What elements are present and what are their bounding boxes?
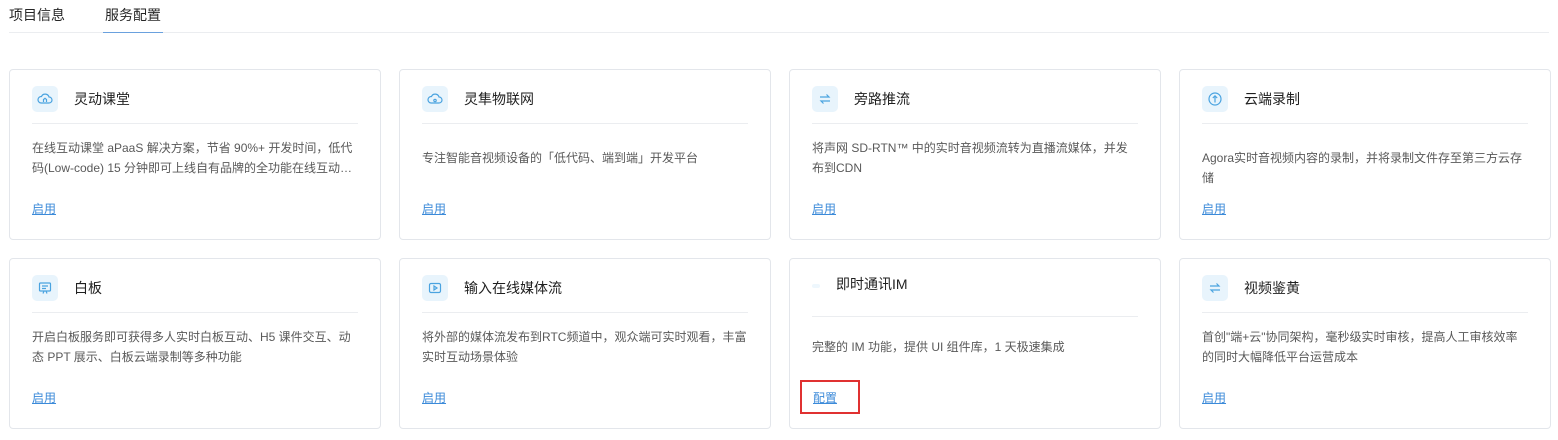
tab-service-config[interactable]: 服务配置 [103,7,163,33]
card-description: 完整的 IM 功能，提供 UI 组件库，1 天极速集成 [812,340,1065,354]
service-card-iot: 灵隼物联网 专注智能音视频设备的「低代码、端到端」开发平台 启用 [399,69,771,240]
card-description: 将声网 SD-RTN™ 中的实时音视频流转为直播流媒体，并发布到CDN [812,141,1128,175]
card-description: 在线互动课堂 aPaaS 解决方案，节省 90%+ 开发时间，低代码(Low-c… [32,141,353,175]
card-header: 灵动课堂 [32,86,358,124]
card-header: 白板 [32,275,358,313]
enable-link[interactable]: 启用 [1202,201,1226,217]
card-description: 将外部的媒体流发布到RTC频道中，观众端可实时观看，丰富实时互动场景体验 [422,330,747,364]
service-card-whiteboard: 白板 开启白板服务即可获得多人实时白板互动、H5 课件交互、动态 PPT 展示、… [9,258,381,429]
card-header: 灵隼物联网 [422,86,748,124]
card-header: 视频鉴黄 [1202,275,1528,313]
service-card-bypass-push: 旁路推流 将声网 SD-RTN™ 中的实时音视频流转为直播流媒体，并发布到CDN… [789,69,1161,240]
card-description: 开启白板服务即可获得多人实时白板互动、H5 课件交互、动态 PPT 展示、白板云… [32,330,351,364]
card-description: Agora实时音视频内容的录制，并将录制文件存至第三方云存储 [1202,151,1523,185]
enable-link[interactable]: 启用 [32,390,56,406]
card-title: 视频鉴黄 [1244,280,1300,296]
enable-link[interactable]: 启用 [812,201,836,217]
service-card-im: 即时通讯IM 完整的 IM 功能，提供 UI 组件库，1 天极速集成 配置 [789,258,1161,429]
card-title: 旁路推流 [854,91,910,107]
cloud-upload-icon [1202,86,1228,112]
tab-bar: 项目信息 服务配置 [9,0,1549,33]
tab-project-info[interactable]: 项目信息 [9,7,65,33]
video-play-icon [422,275,448,301]
chat-icon [812,284,820,288]
card-title: 灵动课堂 [74,91,130,107]
card-title: 灵隼物联网 [464,91,534,107]
service-card-media-input: 输入在线媒体流 将外部的媒体流发布到RTC频道中，观众端可实时观看，丰富实时互动… [399,258,771,429]
cloud-iot-icon [422,86,448,112]
enable-link[interactable]: 启用 [32,201,56,217]
card-header: 输入在线媒体流 [422,275,748,313]
card-title: 即时通讯IM [836,276,908,292]
card-description: 专注智能音视频设备的「低代码、端到端」开发平台 [422,151,699,165]
card-header: 云端录制 [1202,86,1528,124]
cloud-house-icon [32,86,58,112]
whiteboard-icon [32,275,58,301]
enable-link[interactable]: 启用 [422,390,446,406]
card-title: 白板 [74,280,102,296]
card-description: 首创"端+云"协同架构，毫秒级实时审核，提高人工审核效率的同时大幅降低平台运营成… [1202,330,1518,364]
card-header: 旁路推流 [812,86,1138,124]
configure-link[interactable]: 配置 [800,380,860,414]
arrows-exchange-icon [1202,275,1228,301]
enable-link[interactable]: 启用 [1202,390,1226,406]
service-card-cloud-recording: 云端录制 Agora实时音视频内容的录制，并将录制文件存至第三方云存储 启用 [1179,69,1551,240]
service-card-video-moderation: 视频鉴黄 首创"端+云"协同架构，毫秒级实时审核，提高人工审核效率的同时大幅降低… [1179,258,1551,429]
service-card-flexible-classroom: 灵动课堂 在线互动课堂 aPaaS 解决方案，节省 90%+ 开发时间，低代码(… [9,69,381,240]
card-header: 即时通讯IM [812,273,1138,317]
card-title: 云端录制 [1244,91,1300,107]
enable-link[interactable]: 启用 [422,201,446,217]
card-title: 输入在线媒体流 [464,280,562,296]
arrows-exchange-icon [812,86,838,112]
